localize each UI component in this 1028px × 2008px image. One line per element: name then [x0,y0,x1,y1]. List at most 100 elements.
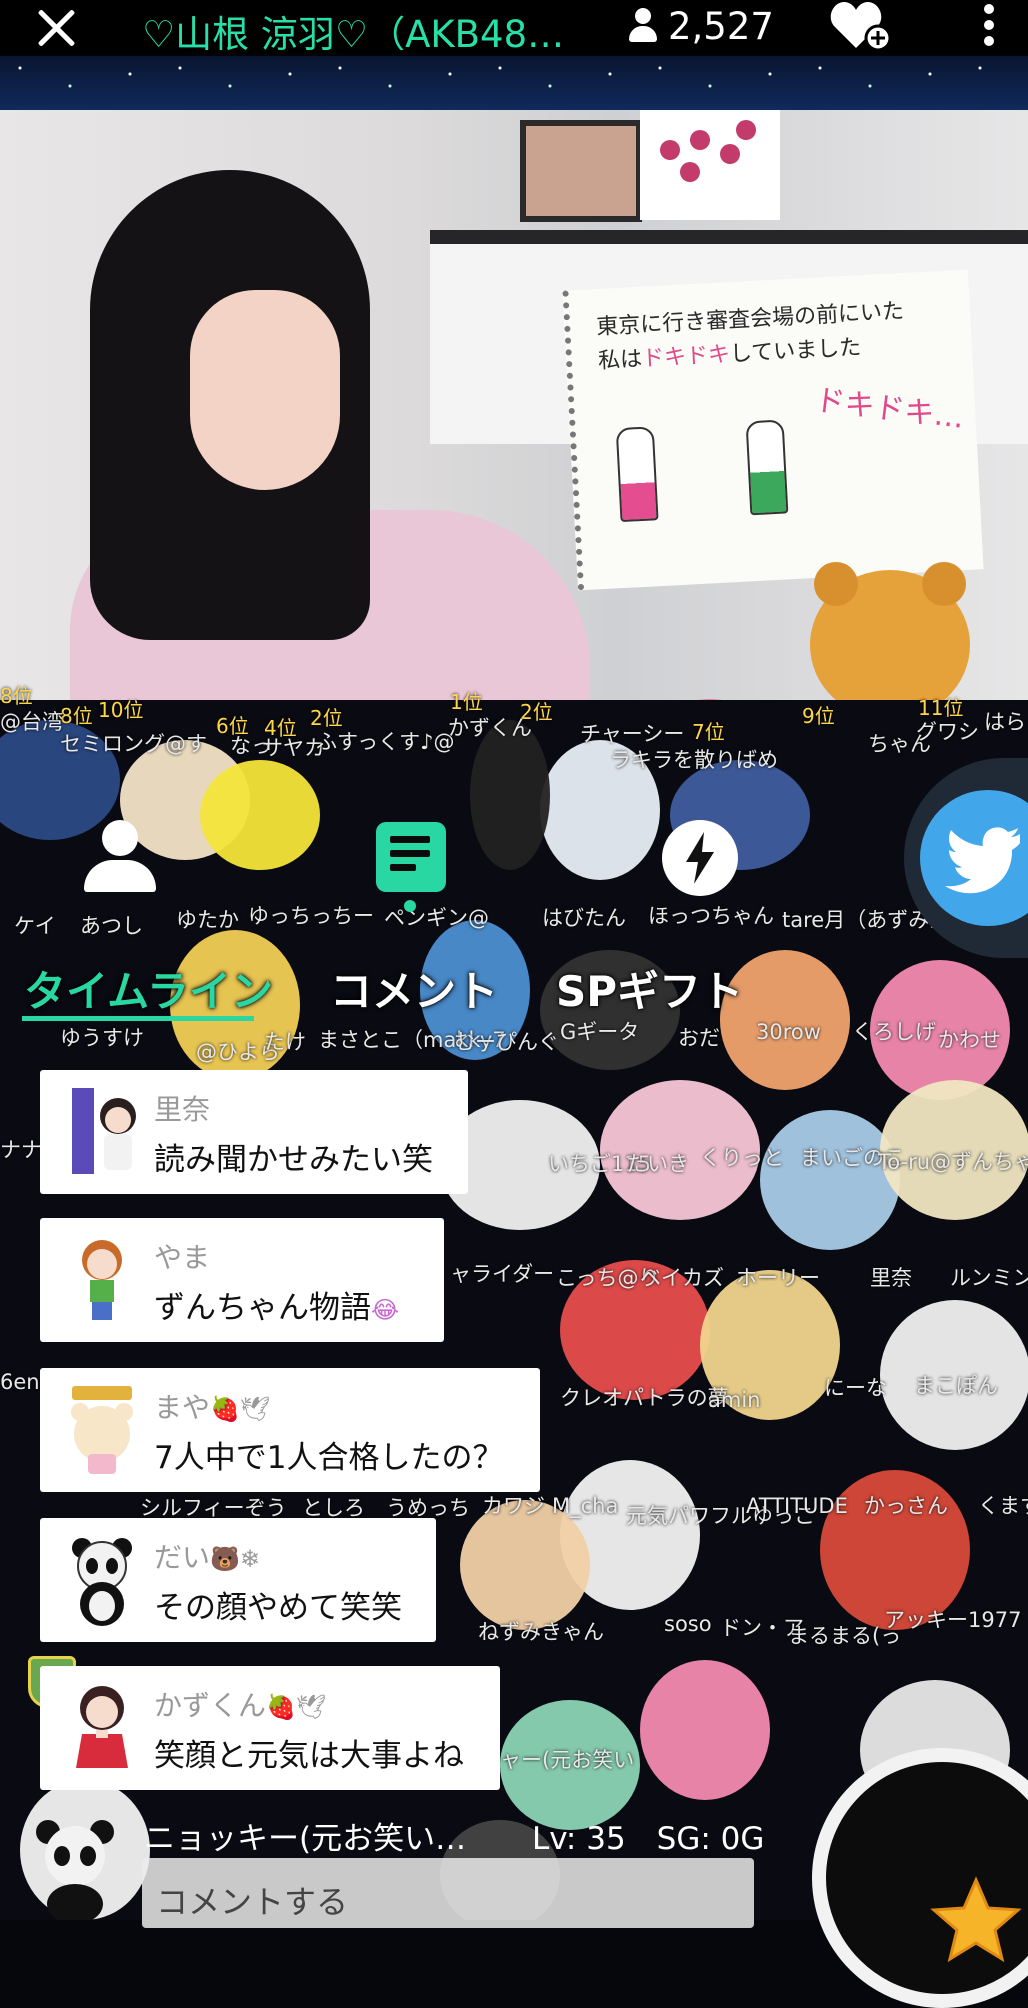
favorite-add-icon[interactable] [830,0,892,52]
comment-item[interactable]: まや🍓🕊 7人中で1人合格したの？ [40,1368,540,1492]
comment-text: ずんちゃん物語😂 [154,1290,400,1326]
comment-text: その顔やめて笑笑 [154,1590,402,1626]
fan-name: グワシ [916,720,979,744]
fan-name: ベイカズ [640,1266,724,1290]
commenter-avatar [52,1380,152,1480]
fan-name: ャー(元お笑い [500,1748,635,1772]
commenter-avatar [52,1678,152,1778]
rank-label: 10位 [98,698,144,722]
starry-banner [0,56,1028,110]
tab-timeline[interactable]: タイムライン [24,958,273,1019]
commenter-name: 里奈 [154,1093,211,1126]
viewer-count-value: 2,527 [668,4,774,48]
my-username: ニョッキー(元お笑い… [144,1821,467,1857]
comment-item[interactable]: 里奈 読み聞かせみたい笑 [40,1070,468,1194]
fan-name: セミロング@す [60,732,207,756]
fan-name: はら [984,710,1026,734]
streamer-face [190,290,340,490]
fan-name: ふすっくす♪@ [316,730,455,754]
photo-frame [520,120,642,222]
drawing-girl-2 [745,419,789,516]
commenter-name: やま [154,1241,211,1274]
fan-name: くます [978,1494,1028,1518]
fan-name: 6en [0,1370,40,1394]
fan-name: ゆうすけ [60,1026,144,1050]
fan-name: くろしげ [852,1020,936,1044]
my-avatar[interactable] [20,1810,130,1924]
fan-name: たけ [264,1030,306,1054]
fan-name: ケイ [14,914,56,938]
stream-title: ♡山根 涼羽♡（AKB48… [142,13,565,50]
fan-name: To-ru@ずんちゃ [878,1150,1028,1174]
rank-label: 9位 [802,704,835,728]
fan-name: Gギータ [560,1020,640,1044]
fan-name: ゆっちっちー [248,904,374,928]
rank-label: 8位 [60,704,93,728]
active-page-dot [404,900,416,912]
comment-text: 笑顔と元気は大事よね [154,1738,464,1774]
tab-comments[interactable]: コメント [330,958,498,1019]
bear-gift [810,562,970,700]
user-profile-icon[interactable] [80,820,160,900]
live-video[interactable]: 東京に行き審査会場の前にいた 私はドキドキしていました ドキドキ… [0,110,1028,700]
fan-name: にーな [824,1376,887,1400]
comment-item[interactable]: だい🐻❄ その顔やめて笑笑 [40,1518,436,1642]
fan-name: かっさん [864,1494,948,1518]
fan-name: ナナ [0,1138,42,1162]
more-menu-icon[interactable] [974,0,1004,52]
fan-name: ルンミン [950,1266,1028,1290]
rainbow-gift [600,610,820,700]
comment-text: 7人中で1人合格したの？ [154,1440,504,1476]
fan-name: ATTITUDE [746,1494,848,1518]
timeline-icon[interactable] [376,822,446,892]
viewer-count: 2,527 [628,2,774,50]
fan-name: soso [664,1612,712,1636]
tab-active-indicator [22,1016,254,1021]
board-doki-text: ドキドキ… [812,382,967,436]
fan-name: あつし [80,914,143,938]
fan-name: ラキラを散りばめ [610,748,778,772]
comment-item[interactable]: かずくん🍓🕊 笑顔と元気は大事よね [40,1666,500,1790]
comment-item[interactable]: やま ずんちゃん物語😂 [40,1218,444,1342]
fan-name: カワジ [482,1494,545,1518]
fan-name: まこぽん [914,1374,998,1398]
comment-text: 読み聞かせみたい笑 [154,1142,433,1178]
fan-name: ほっつちゃん [648,904,774,928]
fan-name: おだ [678,1026,720,1050]
fan-name: @台湾 [0,710,63,734]
fan-name: amin [708,1388,761,1412]
rank-label: 1位 [450,690,483,714]
comment-input[interactable] [142,1858,754,1928]
rank-label: 7位 [692,720,725,744]
tab-sp-gift[interactable]: SPギフト [556,958,743,1019]
fan-name: ャライダー [450,1262,555,1286]
fan-name: ねずみきゃん [478,1620,604,1644]
fan-name: たいき [626,1152,689,1176]
close-icon[interactable] [30,2,82,54]
fan-name: かずくん [448,716,532,740]
commenter-name: まや🍓🕊 [154,1391,271,1424]
person-icon [628,8,658,44]
flower-frame [640,110,780,220]
my-level-stats: Lv: 35 SG: 0G [532,1821,765,1857]
drawing-board: 東京に行き審査会場の前にいた 私はドキドキしていました ドキドキ… [562,269,984,591]
fan-name: クレオパトラの夢 [560,1386,729,1410]
fan-name: ホーリー [736,1266,820,1290]
commenter-avatar [52,1230,152,1330]
rank-label: 8位 [0,684,33,708]
commenter-name: かずくん🍓🕊 [154,1689,327,1722]
fan-name: 里奈 [870,1266,912,1290]
commenter-avatar [52,1082,152,1182]
fan-name: くりっと [700,1146,784,1170]
star-gift-button[interactable] [812,1748,1028,2008]
commenter-avatar [52,1530,152,1630]
fan-name: ペンギン@ [384,906,489,930]
top-bar: ♡山根 涼羽♡（AKB48… 2,527 [0,0,1028,110]
fan-name: むーぴんぐ [454,1030,559,1054]
fan-name: アッキー1977 [884,1608,1022,1632]
fan-name: 30row [756,1020,821,1044]
fan-name: ゆたか [176,908,239,932]
lightning-icon[interactable] [662,820,738,896]
drawing-girl-1 [615,426,659,523]
commenter-name: だい🐻❄ [154,1541,261,1574]
